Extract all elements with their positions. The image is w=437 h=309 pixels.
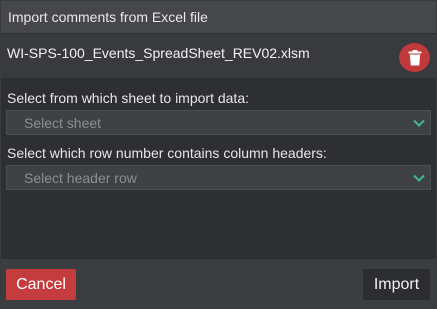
import-button[interactable]: Import [363,269,430,300]
chevron-down-icon [413,119,425,127]
dialog-title-bar: Import comments from Excel file [1,1,436,34]
sheet-select[interactable]: Select sheet [6,110,431,135]
selected-file-row: WI-SPS-100_Events_SpreadSheet_REV02.xlsm [1,34,436,78]
delete-file-button[interactable] [399,43,430,72]
chevron-down-icon [413,174,425,182]
header-row-select-label: Select which row number contains column … [7,145,327,161]
trash-icon [408,49,421,65]
sheet-select-label: Select from which sheet to import data: [7,90,249,106]
dialog-footer: Cancel Import [1,259,436,308]
dialog-body: WI-SPS-100_Events_SpreadSheet_REV02.xlsm… [1,34,436,259]
dialog-title: Import comments from Excel file [8,9,208,25]
import-comments-dialog: Import comments from Excel file WI-SPS-1… [0,0,437,309]
cancel-button[interactable]: Cancel [6,269,76,300]
sheet-select-placeholder: Select sheet [24,115,102,131]
header-row-select-placeholder: Select header row [24,170,137,186]
header-row-select[interactable]: Select header row [6,165,431,190]
file-name: WI-SPS-100_Events_SpreadSheet_REV02.xlsm [7,45,310,61]
